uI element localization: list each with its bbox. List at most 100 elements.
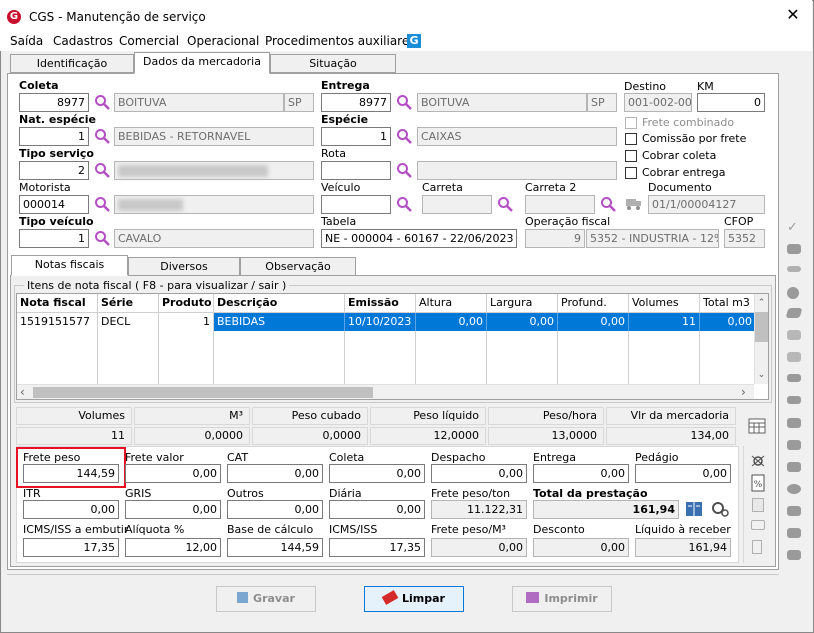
scroll-thumb-horizontal[interactable] xyxy=(33,387,373,398)
menu-saida[interactable]: Saída xyxy=(10,34,43,48)
frete-valor-input[interactable]: 0,00 xyxy=(125,464,221,483)
tab-observacao[interactable]: Observação xyxy=(240,257,356,276)
imprimir-button[interactable]: Imprimir xyxy=(512,586,612,612)
scroll-left-icon[interactable]: ‹ xyxy=(20,385,25,399)
cell-descricao[interactable]: BEBIDAS xyxy=(214,313,345,331)
col-header-volumes[interactable]: Volumes xyxy=(629,294,700,313)
tab-identificacao[interactable]: Identificação xyxy=(10,54,134,73)
settings-gear-icon[interactable] xyxy=(710,500,730,518)
destino-field: 001-002-001 xyxy=(624,93,692,112)
tabela-field[interactable]: NE - 000004 - 60167 - 22/06/2023 xyxy=(321,229,517,248)
outros-input[interactable]: 0,00 xyxy=(227,500,323,519)
desconto-label: Desconto xyxy=(533,523,585,536)
tab-dados-mercadoria[interactable]: Dados da mercadoria xyxy=(134,52,270,74)
col-header-emissao[interactable]: Emissão xyxy=(345,294,416,313)
scroll-down-icon[interactable]: ⌄ xyxy=(755,370,768,380)
toolbar-icon xyxy=(787,352,801,362)
coleta-code-input[interactable]: 8977 xyxy=(19,93,89,112)
km-input[interactable]: 0 xyxy=(697,93,765,112)
cell-profund[interactable]: 0,00 xyxy=(558,313,629,331)
tab-diversos[interactable]: Diversos xyxy=(128,257,240,276)
rota-search-icon[interactable] xyxy=(396,162,412,178)
notas-grid[interactable]: Nota fiscal Série Produto Descrição Emis… xyxy=(16,293,769,400)
tab-situacao[interactable]: Situação xyxy=(270,54,396,73)
despacho-input[interactable]: 0,00 xyxy=(431,464,527,483)
col-header-profund[interactable]: Profund. xyxy=(558,294,629,313)
tipo-veiculo-search-icon[interactable] xyxy=(94,230,110,246)
veiculo-input[interactable] xyxy=(321,195,391,214)
scroll-up-icon[interactable]: ⌃ xyxy=(755,298,768,308)
motorista-code-input[interactable]: 000014 xyxy=(19,195,89,214)
svg-text:%: % xyxy=(754,480,763,490)
cell-largura[interactable]: 0,00 xyxy=(487,313,558,331)
col-header-produto[interactable]: Produto xyxy=(159,294,214,313)
cat-label: CAT xyxy=(227,451,249,464)
gris-input[interactable]: 0,00 xyxy=(125,500,221,519)
limpar-button-label: Limpar xyxy=(402,592,445,605)
icms-iss-embutir-input[interactable]: 17,35 xyxy=(23,538,119,557)
motorista-search-icon[interactable] xyxy=(94,196,110,212)
toolbar-icon xyxy=(787,244,801,254)
entrega-code-input[interactable]: 8977 xyxy=(321,93,391,112)
limpar-button[interactable]: Limpar xyxy=(364,586,464,612)
itr-input[interactable]: 0,00 xyxy=(23,500,119,519)
cell-altura[interactable]: 0,00 xyxy=(416,313,487,331)
percent-document-icon[interactable]: % xyxy=(750,474,766,492)
veiculo-search-icon[interactable] xyxy=(396,196,412,212)
col-header-nota-fiscal[interactable]: Nota fiscal xyxy=(17,294,98,313)
col-header-largura[interactable]: Largura xyxy=(487,294,558,313)
bug-icon[interactable] xyxy=(750,452,766,468)
diaria-input[interactable]: 0,00 xyxy=(329,500,425,519)
cobrar-entrega-checkbox[interactable] xyxy=(625,167,637,179)
menu-procedimentos[interactable]: Procedimentos auxiliares xyxy=(265,34,415,48)
nat-especie-code-input[interactable]: 1 xyxy=(19,127,89,146)
aliquota-input[interactable]: 12,00 xyxy=(125,538,221,557)
cell-total-m3[interactable]: 0,00 xyxy=(700,313,755,331)
cobrar-coleta-checkbox[interactable] xyxy=(625,150,637,162)
cell-produto[interactable]: 1 xyxy=(159,313,214,331)
coleta-valor-input[interactable]: 0,00 xyxy=(329,464,425,483)
calculator-table-icon[interactable] xyxy=(748,418,766,434)
nat-especie-search-icon[interactable] xyxy=(94,128,110,144)
col-header-serie[interactable]: Série xyxy=(98,294,159,313)
cell-emissao[interactable]: 10/10/2023 xyxy=(345,313,416,331)
tipo-veiculo-code-input[interactable]: 1 xyxy=(19,229,89,248)
icms-iss-input[interactable]: 17,35 xyxy=(329,538,425,557)
menu-comercial[interactable]: Comercial xyxy=(119,34,179,48)
cell-serie[interactable]: DECL xyxy=(98,313,159,331)
g-logo-icon[interactable]: G xyxy=(407,34,421,48)
carreta2-search-icon[interactable] xyxy=(600,196,616,212)
cell-volumes[interactable]: 11 xyxy=(629,313,700,331)
summary-header-volumes: Volumes xyxy=(16,407,132,425)
menu-cadastros[interactable]: Cadastros xyxy=(53,34,113,48)
tipo-servico-search-icon[interactable] xyxy=(94,162,110,178)
entrega-valor-input[interactable]: 0,00 xyxy=(533,464,629,483)
entrega-search-icon[interactable] xyxy=(396,94,412,110)
itr-label: ITR xyxy=(23,487,41,500)
especie-code-input[interactable]: 1 xyxy=(321,127,391,146)
base-calculo-input[interactable]: 144,59 xyxy=(227,538,323,557)
coleta-search-icon[interactable] xyxy=(94,94,110,110)
carreta-search-icon[interactable] xyxy=(497,196,513,212)
cat-input[interactable]: 0,00 xyxy=(227,464,323,483)
col-header-altura[interactable]: Altura xyxy=(416,294,487,313)
pedagio-input[interactable]: 0,00 xyxy=(635,464,731,483)
tipo-servico-label: Tipo serviço xyxy=(19,147,94,160)
motorista-label: Motorista xyxy=(19,181,71,194)
tab-notas-fiscais[interactable]: Notas fiscais xyxy=(11,255,128,276)
tipo-servico-code-input[interactable]: 2 xyxy=(19,161,89,180)
book-icon[interactable] xyxy=(684,500,704,518)
menu-operacional[interactable]: Operacional xyxy=(187,34,259,48)
summary-peso-hora: 13,0000 xyxy=(488,427,604,445)
col-header-descricao[interactable]: Descrição xyxy=(214,294,345,313)
truck-icon[interactable] xyxy=(625,197,643,211)
comissao-frete-checkbox[interactable] xyxy=(625,133,637,145)
cell-nota-fiscal[interactable]: 1519151577 xyxy=(17,313,98,331)
col-header-total-m3[interactable]: Total m3 xyxy=(700,294,755,313)
gravar-button[interactable]: Gravar xyxy=(216,586,316,612)
scroll-thumb[interactable] xyxy=(755,312,768,342)
close-icon[interactable]: ✕ xyxy=(783,5,803,24)
rota-code-input[interactable] xyxy=(321,161,391,180)
especie-search-icon[interactable] xyxy=(396,128,412,144)
scroll-right-icon[interactable]: › xyxy=(741,385,746,399)
